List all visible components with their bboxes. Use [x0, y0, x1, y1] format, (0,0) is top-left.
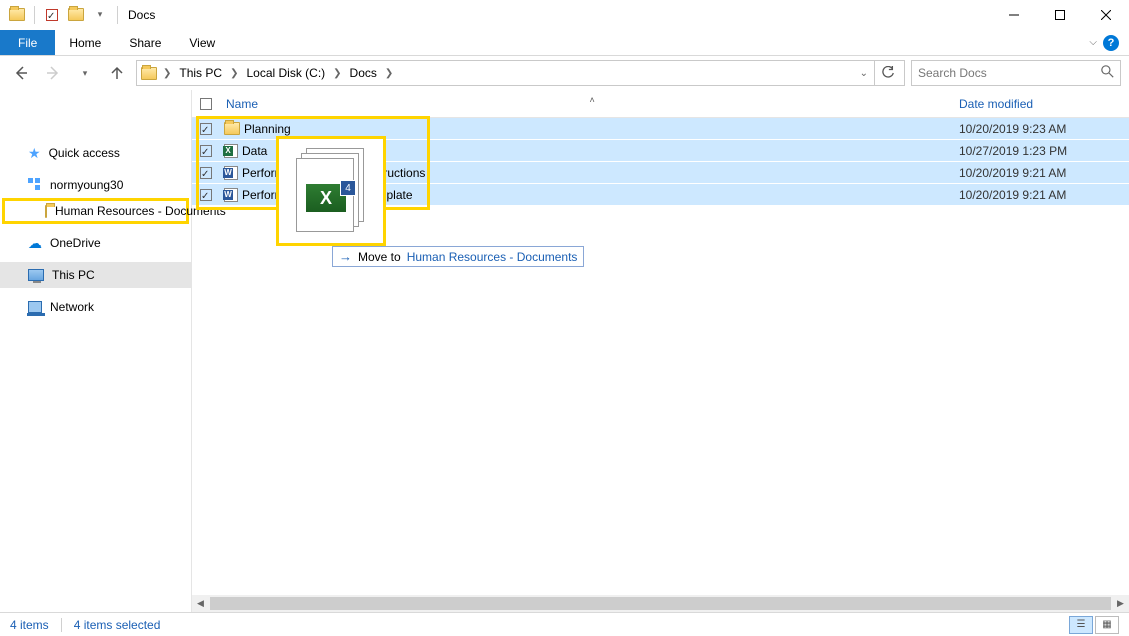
- drag-count-badge: 4: [340, 180, 356, 196]
- sidebar-item-thispc[interactable]: This PC: [0, 262, 191, 288]
- file-date: 10/20/2019 9:23 AM: [959, 122, 1129, 136]
- ribbon-tabs: File Home Share View ⌵ ?: [0, 30, 1129, 56]
- file-date: 10/27/2019 1:23 PM: [959, 144, 1129, 158]
- search-icon[interactable]: [1101, 65, 1114, 81]
- select-all-checkbox[interactable]: [192, 98, 220, 110]
- row-checkbox[interactable]: [200, 167, 212, 179]
- breadcrumb-thispc[interactable]: This PC: [177, 66, 224, 80]
- sidebar-item-normyoung30[interactable]: normyoung30: [0, 172, 191, 198]
- word-icon: [224, 188, 238, 202]
- recent-dropdown-icon[interactable]: ▾: [72, 60, 98, 86]
- maximize-button[interactable]: [1037, 0, 1083, 30]
- network-icon: [28, 301, 42, 313]
- chevron-right-icon[interactable]: ❯: [159, 68, 175, 79]
- qat-newfolder-icon[interactable]: [65, 4, 87, 26]
- file-date: 10/20/2019 9:21 AM: [959, 166, 1129, 180]
- chevron-right-icon[interactable]: ❯: [381, 68, 397, 79]
- window-controls: [991, 0, 1129, 30]
- main-area: ★ Quick access normyoung30 Human Resourc…: [0, 90, 1129, 612]
- folder-icon: [224, 122, 240, 135]
- refresh-button[interactable]: [874, 60, 900, 86]
- sharepoint-icon: [28, 178, 42, 192]
- tab-view[interactable]: View: [175, 30, 229, 55]
- search-placeholder: Search Docs: [918, 66, 987, 80]
- forward-button[interactable]: [40, 60, 66, 86]
- close-button[interactable]: [1083, 0, 1129, 30]
- file-name: Data: [242, 144, 267, 158]
- column-header-date[interactable]: Date modified: [959, 97, 1129, 111]
- file-name: Planning: [244, 122, 291, 136]
- tooltip-prefix: Move to: [358, 250, 401, 264]
- qat-divider-2: [117, 6, 118, 24]
- scroll-left-icon[interactable]: ◀: [192, 595, 209, 612]
- star-icon: ★: [28, 145, 41, 162]
- quick-access-toolbar: ▾: [0, 4, 122, 26]
- back-button[interactable]: [8, 60, 34, 86]
- tab-share[interactable]: Share: [115, 30, 175, 55]
- breadcrumb-docs[interactable]: Docs: [348, 66, 379, 80]
- scrollbar-thumb[interactable]: [210, 597, 1111, 610]
- column-headers: Name ˄ Date modified: [192, 90, 1129, 118]
- address-folder-icon: [141, 67, 157, 80]
- sidebar-item-quick-access[interactable]: ★ Quick access: [0, 140, 191, 166]
- qat-properties-icon[interactable]: [41, 4, 63, 26]
- onedrive-icon: ☁: [28, 235, 42, 252]
- breadcrumb-localdisk[interactable]: Local Disk (C:): [244, 66, 327, 80]
- status-item-count: 4 items: [10, 618, 49, 632]
- sidebar-item-hr-documents[interactable]: Human Resources - Documents: [2, 198, 189, 224]
- content-pane: Name ˄ Date modified Planning 10/20/2019 …: [192, 90, 1129, 612]
- move-arrow-icon: →: [339, 249, 352, 264]
- status-selected-count: 4 items selected: [74, 618, 161, 632]
- ribbon-expand-icon[interactable]: ⌵: [1089, 37, 1097, 48]
- qat-dropdown-icon[interactable]: ▾: [89, 4, 111, 26]
- address-bar[interactable]: ❯ This PC ❯ Local Disk (C:) ❯ Docs ❯ ⌄: [136, 60, 905, 86]
- navigation-pane: ★ Quick access normyoung30 Human Resourc…: [0, 90, 192, 612]
- row-checkbox[interactable]: [200, 145, 212, 157]
- help-icon[interactable]: ?: [1103, 35, 1119, 51]
- row-checkbox[interactable]: [200, 189, 212, 201]
- chevron-right-icon[interactable]: ❯: [329, 68, 345, 79]
- sort-ascending-icon: ˄: [590, 95, 595, 105]
- up-button[interactable]: [104, 60, 130, 86]
- tooltip-target: Human Resources - Documents: [407, 250, 578, 264]
- chevron-right-icon[interactable]: ❯: [226, 68, 242, 79]
- tab-home[interactable]: Home: [55, 30, 115, 55]
- address-history-dropdown-icon[interactable]: ⌄: [856, 68, 872, 79]
- tab-file[interactable]: File: [0, 30, 55, 55]
- qat-divider: [34, 6, 35, 24]
- horizontal-scrollbar[interactable]: ◀ ▶: [192, 595, 1129, 612]
- file-date: 10/20/2019 9:21 AM: [959, 188, 1129, 202]
- status-bar: 4 items 4 items selected ☰ ▦: [0, 612, 1129, 636]
- search-input[interactable]: Search Docs: [911, 60, 1121, 86]
- app-folder-icon: [6, 4, 28, 26]
- drag-ghost-preview: X 4: [276, 136, 386, 246]
- details-view-button[interactable]: ☰: [1069, 616, 1093, 634]
- scroll-right-icon[interactable]: ▶: [1112, 595, 1129, 612]
- sidebar-item-onedrive[interactable]: ☁ OneDrive: [0, 230, 191, 256]
- excel-icon: [224, 144, 238, 158]
- large-icons-view-button[interactable]: ▦: [1095, 616, 1119, 634]
- drop-tooltip: → Move to Human Resources - Documents: [332, 246, 584, 267]
- title-bar: ▾ Docs: [0, 0, 1129, 30]
- sidebar-item-network[interactable]: Network: [0, 294, 191, 320]
- status-divider: [61, 618, 62, 632]
- file-list[interactable]: Planning 10/20/2019 9:23 AM Data 10/27/2019…: [192, 118, 1129, 595]
- thispc-icon: [28, 269, 44, 281]
- minimize-button[interactable]: [991, 0, 1037, 30]
- column-header-name[interactable]: Name ˄: [220, 97, 959, 111]
- folder-icon: [45, 205, 47, 218]
- word-icon: [224, 166, 238, 180]
- address-bar-row: ▾ ❯ This PC ❯ Local Disk (C:) ❯ Docs ❯ ⌄…: [0, 56, 1129, 90]
- row-checkbox[interactable]: [200, 123, 212, 135]
- window-title: Docs: [128, 8, 155, 22]
